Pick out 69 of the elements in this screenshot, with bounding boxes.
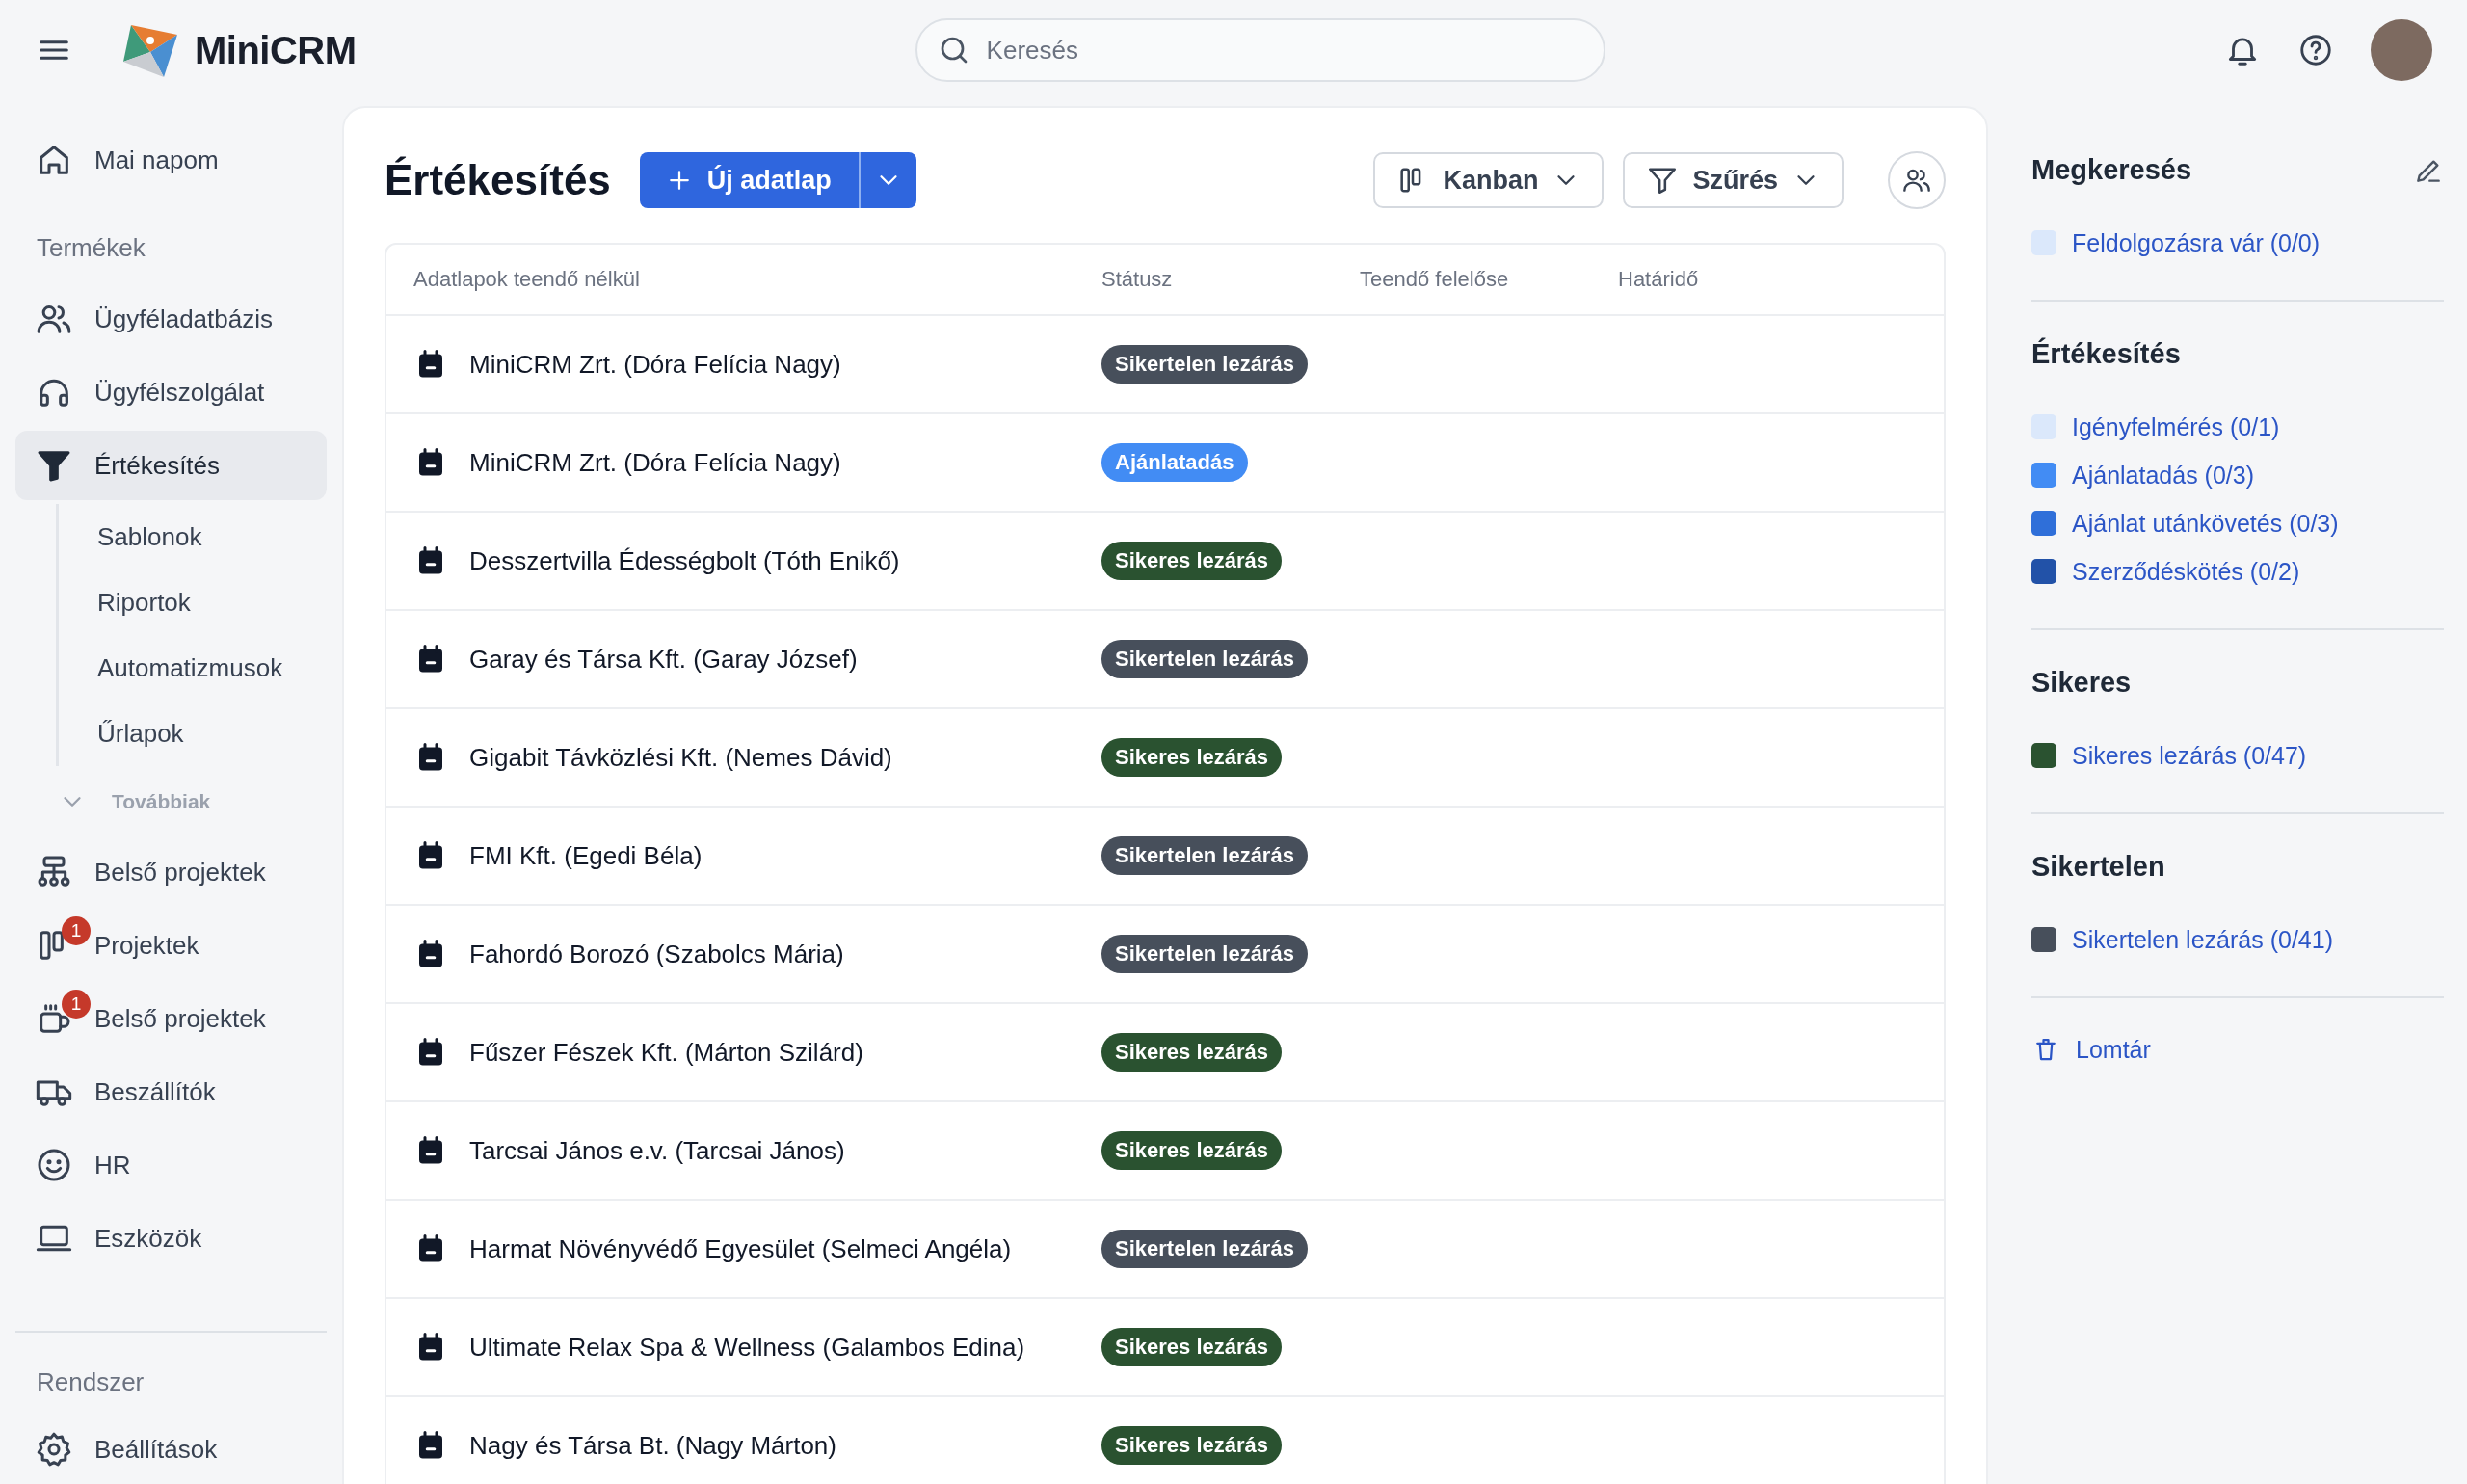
new-record-button[interactable]: Új adatlap bbox=[639, 152, 859, 208]
trash-link[interactable]: Lomtár bbox=[2031, 1035, 2444, 1064]
status-tag: Sikeres lezárás bbox=[1101, 1426, 1283, 1465]
sidebar-item[interactable]: Ügyféladatbázis bbox=[15, 284, 327, 354]
sidebar-item[interactable]: Beállítások bbox=[15, 1415, 327, 1484]
users-button[interactable] bbox=[1888, 151, 1946, 209]
column-header: Határidő bbox=[1618, 267, 1700, 292]
search-field[interactable]: Keresés bbox=[915, 18, 1605, 82]
sidebar-subitem[interactable]: Sablonok bbox=[59, 504, 327, 570]
sidebar-item[interactable]: Mai napom bbox=[15, 125, 327, 195]
sidebar-subitem[interactable]: Automatizmusok bbox=[59, 635, 327, 701]
group-title: Sikeres bbox=[2031, 667, 2132, 699]
status-tag: Sikertelen lezárás bbox=[1101, 1230, 1308, 1268]
record-name[interactable]: Fűszer Fészek Kft. (Márton Szilárd) bbox=[469, 1037, 863, 1068]
status-tag: Ajánlatadás bbox=[1101, 443, 1248, 482]
status-tag: Sikertelen lezárás bbox=[1101, 836, 1308, 875]
status-tag: Sikeres lezárás bbox=[1101, 1131, 1283, 1170]
sidebar-item[interactable]: Értékesítés bbox=[15, 431, 327, 500]
sidebar-item[interactable]: Belső projektek 1 bbox=[15, 984, 327, 1053]
record-name[interactable]: Nagy és Társa Bt. (Nagy Márton) bbox=[469, 1430, 836, 1461]
record-name[interactable]: Garay és Társa Kft. (Garay József) bbox=[469, 644, 858, 675]
status-tag: Sikeres lezárás bbox=[1101, 542, 1283, 580]
sidebar-subitem[interactable]: Űrlapok bbox=[59, 701, 327, 766]
status-tag: Sikertelen lezárás bbox=[1101, 345, 1308, 384]
group-title: Sikertelen bbox=[2031, 851, 2165, 883]
section-heading: Termékek bbox=[36, 232, 146, 264]
record-name[interactable]: MiniCRM Zrt. (Dóra Felícia Nagy) bbox=[469, 349, 841, 380]
column-header: Adatlapok teendő nélkül bbox=[413, 267, 641, 292]
stage-link[interactable]: Szerződéskötés (0/2) bbox=[2072, 557, 2300, 586]
notification-badge: 1 bbox=[62, 916, 91, 945]
logo-text: MiniCRM bbox=[195, 28, 357, 72]
stage-link[interactable]: Sikeres lezárás (0/47) bbox=[2072, 741, 2307, 770]
record-name[interactable]: Harmat Növényvédő Egyesület (Selmeci Angéla) bbox=[469, 1233, 1012, 1264]
status-tag: Sikeres lezárás bbox=[1101, 1328, 1283, 1366]
stage-link[interactable]: Igényfelmérés (0/1) bbox=[2072, 412, 2280, 441]
stage-link[interactable]: Ajánlat utánkövetés (0/3) bbox=[2072, 509, 2339, 538]
filter-dropdown[interactable]: Szűrés bbox=[1623, 152, 1844, 208]
group-title: Megkeresés bbox=[2031, 154, 2192, 186]
page-title: Értékesítés bbox=[385, 156, 611, 204]
sidebar-subitem[interactable]: Riportok bbox=[59, 570, 327, 635]
stage-link[interactable]: Sikertelen lezárás (0/41) bbox=[2072, 925, 2333, 954]
group-title: Értékesítés bbox=[2031, 338, 2181, 370]
stage-link[interactable]: Feldolgozásra vár (0/0) bbox=[2072, 228, 2321, 257]
settings-icon bbox=[35, 1430, 73, 1469]
section-heading: Rendszer bbox=[36, 1366, 146, 1398]
status-tag: Sikertelen lezárás bbox=[1101, 935, 1308, 973]
record-name[interactable]: Ultimate Relax Spa & Wellness (Galambos Edina) bbox=[469, 1332, 1025, 1363]
sidebar-item[interactable]: Eszközök bbox=[15, 1204, 327, 1273]
record-name[interactable]: FMI Kft. (Egedi Béla) bbox=[469, 840, 703, 871]
stage-link[interactable]: Ajánlatadás (0/3) bbox=[2072, 461, 2254, 490]
view-dropdown[interactable]: Kanban bbox=[1373, 152, 1605, 208]
help-icon bbox=[2297, 32, 2334, 68]
column-header: Teendő felelőse bbox=[1360, 267, 1510, 292]
column-header: Státusz bbox=[1101, 267, 1174, 292]
sidebar-item[interactable]: Ügyfélszolgálat bbox=[15, 358, 327, 427]
dropdown-button[interactable] bbox=[858, 152, 916, 208]
record-name[interactable]: Fahordó Borozó (Szabolcs Mária) bbox=[469, 939, 844, 969]
notification-badge: 1 bbox=[62, 990, 91, 1019]
sidebar-item[interactable]: Beszállítók bbox=[15, 1057, 327, 1126]
record-name[interactable]: Desszertvilla Édességbolt (Tóth Enikő) bbox=[469, 545, 900, 576]
record-name[interactable]: Gigabit Távközlési Kft. (Nemes Dávid) bbox=[469, 742, 892, 773]
sidebar-item[interactable]: HR bbox=[15, 1130, 327, 1200]
sidebar-item[interactable]: Belső projektek bbox=[15, 837, 327, 907]
status-tag: Sikertelen lezárás bbox=[1101, 640, 1308, 678]
status-tag: Sikeres lezárás bbox=[1101, 738, 1283, 777]
record-name[interactable]: Tarcsai János e.v. (Tarcsai János) bbox=[469, 1135, 845, 1166]
status-tag: Sikeres lezárás bbox=[1101, 1033, 1283, 1072]
sidebar-item[interactable]: Projektek 1 bbox=[15, 911, 327, 980]
record-name[interactable]: MiniCRM Zrt. (Dóra Felícia Nagy) bbox=[469, 447, 841, 478]
